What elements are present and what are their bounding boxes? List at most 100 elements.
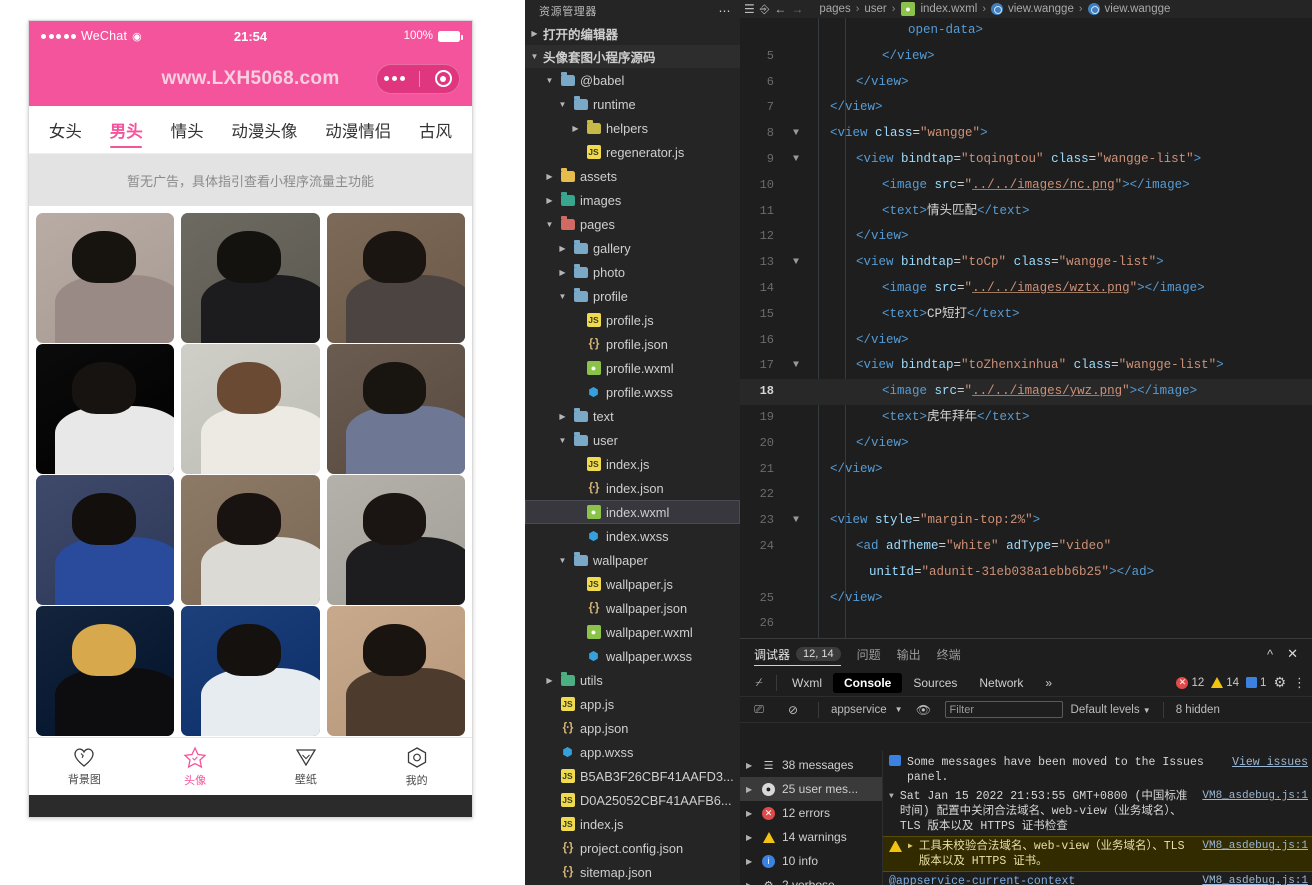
devtools-tab-overflow[interactable]: »: [1034, 673, 1063, 693]
back-arrow-icon[interactable]: ←: [774, 2, 786, 16]
devtools-tab-sources[interactable]: Sources: [902, 673, 968, 693]
expand-triangle-icon[interactable]: ▶: [908, 839, 913, 869]
chevron-down-icon[interactable]: ▼: [895, 705, 903, 714]
code-line[interactable]: 24 <ad adTheme="white" adType="video": [740, 534, 1312, 560]
code-line[interactable]: 25 </view>: [740, 586, 1312, 612]
code-line[interactable]: 5 </view>: [740, 44, 1312, 70]
tree-folder-row[interactable]: ▼ profile: [525, 284, 740, 308]
tree-file-row[interactable]: ▶●index.wxml: [525, 500, 740, 524]
wechat-capsule-button[interactable]: [376, 63, 460, 94]
fold-chevron-icon[interactable]: ▼: [788, 353, 804, 379]
view-issues-link[interactable]: View issues: [1232, 755, 1308, 785]
tree-file-row[interactable]: ▶⬢index.wxss: [525, 524, 740, 548]
fold-chevron-icon[interactable]: ▼: [788, 250, 804, 276]
forward-arrow-icon[interactable]: →: [791, 2, 803, 16]
log-entry-warning[interactable]: ▶ 工具未校验合法域名、web-view（业务域名）、TLS 版本以及 HTTP…: [883, 836, 1312, 872]
chevron-right-icon[interactable]: ▶: [544, 196, 555, 205]
devtools-tab-wxml[interactable]: Wxml: [781, 673, 833, 693]
category-tabs[interactable]: 女头 男头 情头 动漫头像 动漫情侣 古风: [29, 106, 472, 154]
photo-thumbnail[interactable]: [181, 475, 320, 606]
message-category-sidebar[interactable]: ▶ ☰ 38 messages ▶ ● 25 user mes... ▶ ✕ 12 errors…: [740, 751, 883, 885]
tab-nantou[interactable]: 男头: [96, 106, 157, 153]
chevron-right-icon[interactable]: ▶: [544, 172, 555, 181]
code-line[interactable]: 10 <image src="../../images/nc.png"></ima…: [740, 173, 1312, 199]
chevron-right-icon[interactable]: ▶: [529, 29, 540, 38]
info-count[interactable]: 1: [1246, 677, 1266, 689]
log-entry[interactable]: Some messages have been moved to the Iss…: [883, 753, 1312, 787]
more-dots-icon[interactable]: [384, 76, 406, 81]
debugger-tab-strip[interactable]: 调试器 12, 14 问题 输出 终端 ^ ✕: [740, 639, 1312, 669]
code-line[interactable]: 21 </view>: [740, 457, 1312, 483]
photo-thumbnail[interactable]: [181, 213, 320, 344]
photo-thumbnail[interactable]: [326, 606, 465, 737]
open-editors-section[interactable]: ▶ 打开的编辑器: [525, 22, 740, 45]
chevron-right-icon[interactable]: ▶: [746, 809, 755, 818]
chevron-right-icon[interactable]: ▶: [746, 833, 755, 842]
breadcrumb[interactable]: ☰ ⎆ ← → pages › user › ● index.wxml › vi…: [740, 0, 1312, 18]
tree-folder-row[interactable]: ▶ gallery: [525, 236, 740, 260]
tree-folder-row[interactable]: ▶ utils: [525, 668, 740, 692]
chevron-down-icon[interactable]: ▼: [1143, 706, 1151, 715]
expand-triangle-icon[interactable]: ▼: [889, 789, 894, 834]
tree-file-row[interactable]: ▶JSindex.js: [525, 452, 740, 476]
tabbar-item-mine[interactable]: 我的: [361, 738, 472, 795]
tree-file-row[interactable]: ▶JSregenerator.js: [525, 140, 740, 164]
code-line[interactable]: unitId="adunit-31eb038a1ebb6b25"></ad>: [740, 560, 1312, 586]
devtools-status-counts[interactable]: ✕ 12 14 1 ⚙ ⋮: [1176, 674, 1306, 691]
project-root-section[interactable]: ▼ 头像套图小程序源码: [525, 45, 740, 68]
chevron-right-icon[interactable]: ▶: [544, 676, 555, 685]
tree-folder-row[interactable]: ▼ runtime: [525, 92, 740, 116]
chevron-right-icon[interactable]: ▶: [746, 785, 755, 794]
tree-folder-row[interactable]: ▶ helpers: [525, 116, 740, 140]
chevron-down-icon[interactable]: ▼: [557, 556, 568, 565]
code-line[interactable]: 12 </view>: [740, 224, 1312, 250]
tree-file-row[interactable]: ▶{·}profile.json: [525, 332, 740, 356]
log-source-link[interactable]: VM8_asdebug.js:1: [1202, 874, 1308, 885]
chevron-down-icon[interactable]: ▼: [557, 436, 568, 445]
photo-thumbnail[interactable]: [326, 213, 465, 344]
tree-folder-row[interactable]: ▶ images: [525, 188, 740, 212]
breadcrumb-item-pages[interactable]: pages: [819, 3, 850, 15]
levels-selector[interactable]: Default levels ▼: [1071, 704, 1151, 716]
tree-file-row[interactable]: ▶●wallpaper.wxml: [525, 620, 740, 644]
chevron-down-icon[interactable]: ▼: [529, 52, 540, 61]
devtools-toolbar[interactable]: ⌿ Wxml Console Sources Network » ✕ 12 14: [740, 669, 1312, 697]
photo-thumbnail[interactable]: [36, 475, 175, 606]
tree-file-row[interactable]: ▶JSD0A25052CBF41AAFB6...: [525, 788, 740, 812]
tab-nvtou[interactable]: 女头: [35, 106, 96, 153]
message-category-row[interactable]: ▶ 14 warnings: [740, 825, 882, 849]
chevron-down-icon[interactable]: ▼: [544, 76, 555, 85]
message-category-row[interactable]: ▶ ⚙ 2 verbose: [740, 873, 882, 885]
tree-file-row[interactable]: ▶JSindex.js: [525, 812, 740, 836]
chevron-right-icon[interactable]: ▶: [746, 857, 755, 866]
log-message[interactable]: @appservice-current-context: [889, 874, 1196, 885]
code-line[interactable]: 13 ▼ <view bindtap="toCp" class="wangge-li…: [740, 250, 1312, 276]
inspect-cursor-icon[interactable]: ⌿: [746, 675, 772, 690]
tab-debugger[interactable]: 调试器 12, 14: [754, 639, 841, 669]
debugger-actions[interactable]: ^ ✕: [1267, 646, 1298, 662]
tabbar-item-background[interactable]: 背景图: [29, 738, 140, 795]
code-line[interactable]: 17 ▼ <view bindtap="toZhenxinhua" class="w…: [740, 353, 1312, 379]
menu-icon[interactable]: ☰: [744, 2, 755, 16]
tree-file-row[interactable]: ▶●profile.wxml: [525, 356, 740, 380]
chevron-down-icon[interactable]: ▼: [557, 292, 568, 301]
message-category-row[interactable]: ▶ ☰ 38 messages: [740, 753, 882, 777]
log-source-link[interactable]: VM8_asdebug.js:1: [1202, 789, 1308, 804]
code-line[interactable]: 14 <image src="../../images/wztx.png"></i…: [740, 276, 1312, 302]
log-entry[interactable]: @appservice-current-context VM8_asdebug.…: [883, 872, 1312, 885]
tab-problems[interactable]: 问题: [857, 639, 881, 669]
console-log-list[interactable]: Some messages have been moved to the Iss…: [883, 751, 1312, 885]
breadcrumb-item-user[interactable]: user: [864, 3, 886, 15]
tree-file-row[interactable]: ▶⬢app.wxss: [525, 740, 740, 764]
error-count[interactable]: ✕ 12: [1176, 676, 1204, 689]
chevron-right-icon[interactable]: ▶: [557, 268, 568, 277]
photo-thumbnail[interactable]: [181, 344, 320, 475]
photo-thumbnail[interactable]: [36, 213, 175, 344]
code-line[interactable]: open-data>: [740, 18, 1312, 44]
code-line[interactable]: 18 <image src="../../images/ywz.png"></im…: [740, 379, 1312, 405]
tab-terminal[interactable]: 终端: [937, 639, 961, 669]
breadcrumb-item-symbol-1[interactable]: view.wangge: [1008, 3, 1074, 15]
photo-thumbnail[interactable]: [326, 344, 465, 475]
code-line[interactable]: 20 </view>: [740, 431, 1312, 457]
code-line[interactable]: 26: [740, 611, 1312, 637]
